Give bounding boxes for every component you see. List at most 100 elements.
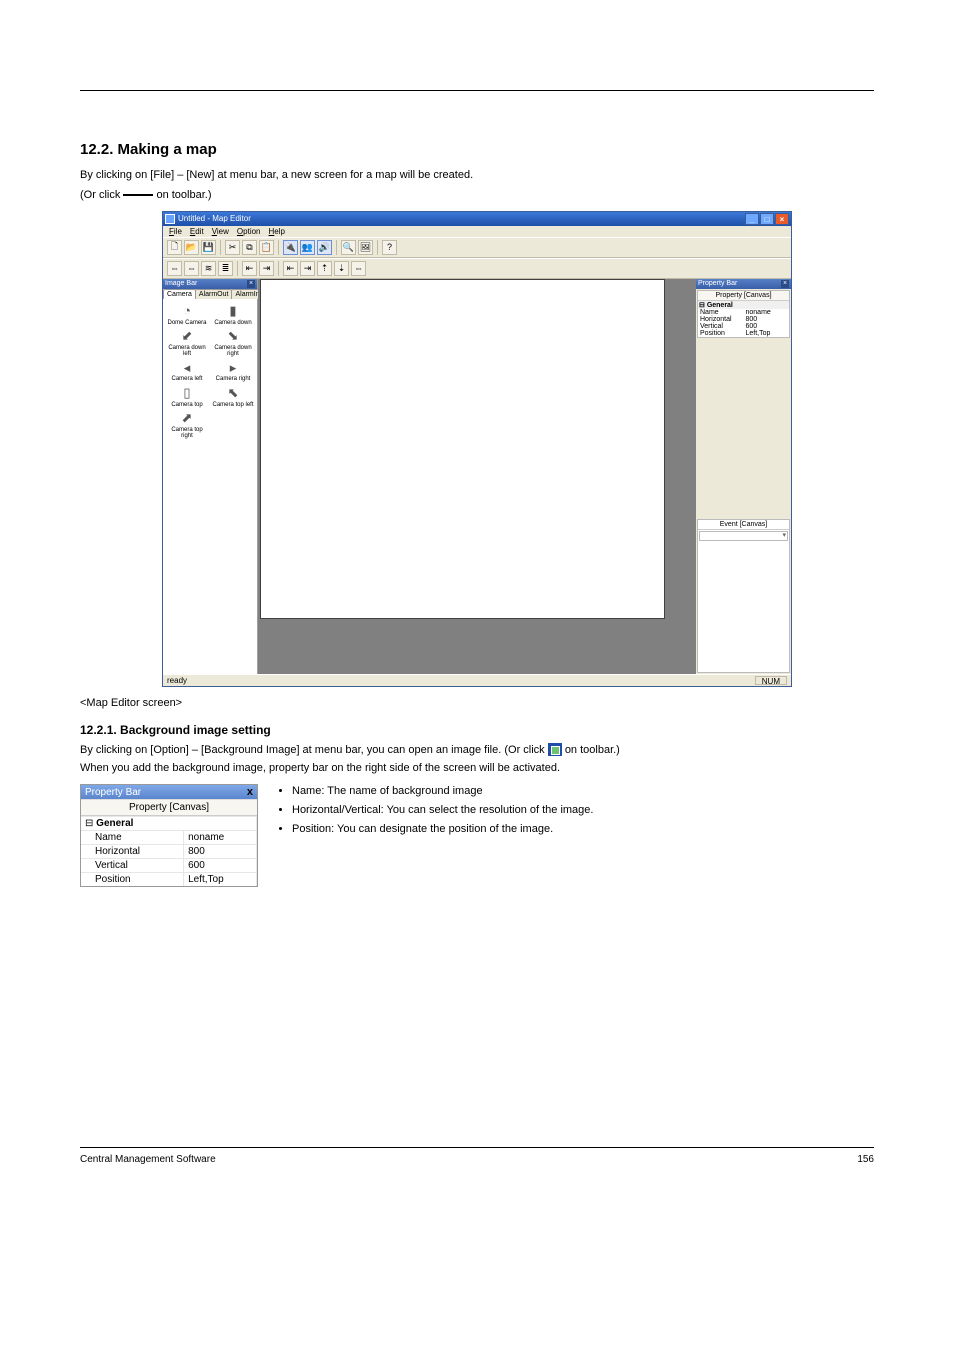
tool-save-icon[interactable]: 💾: [201, 240, 216, 255]
bullet-list: Name: The name of background imageHorizo…: [292, 784, 593, 841]
align-icon[interactable]: ≣: [218, 261, 233, 276]
tool-paste-icon[interactable]: 📋: [259, 240, 274, 255]
toolbar-main: 🗋 📂 💾 ✂ ⧉ 📋 🔌 👥 🔊 🔍 🖼 ?: [163, 237, 791, 258]
tool-copy-icon[interactable]: ⧉: [242, 240, 257, 255]
body-paragraph-1: By clicking on [Option] – [Background Im…: [80, 743, 874, 758]
menu-edit[interactable]: Edit: [190, 227, 204, 236]
tool-help-icon[interactable]: ?: [382, 240, 397, 255]
section-number: 12.2.: [80, 141, 113, 158]
prop-key: Name: [81, 831, 184, 845]
workarea: Image Bar × Camera AlarmOut AlarmIn ◔Dom…: [163, 279, 791, 674]
app-icon: [165, 214, 175, 224]
property-row[interactable]: Vertical600: [81, 859, 257, 873]
event-box: Event [Canvas]: [697, 519, 790, 673]
property-row[interactable]: Horizontal800: [698, 316, 789, 323]
separator: [278, 240, 279, 255]
property-row[interactable]: Namenoname: [81, 831, 257, 845]
property-row[interactable]: Horizontal800: [81, 845, 257, 859]
prop-value: 600: [184, 859, 257, 873]
property-group-row: General: [81, 817, 257, 831]
property-table: General NamenonameHorizontal800Vertical6…: [81, 816, 257, 886]
align-icon[interactable]: ⇡: [317, 261, 332, 276]
menu-file[interactable]: File: [169, 227, 182, 236]
event-dropdown[interactable]: [699, 531, 788, 541]
property-row[interactable]: PositionLeft,Top: [81, 873, 257, 887]
statusbar: ready NUM: [163, 674, 791, 686]
align-icon[interactable]: ⇔: [184, 261, 199, 276]
property-row[interactable]: Namenoname: [698, 309, 789, 316]
camera-label: Dome Camera: [165, 320, 209, 326]
close-icon[interactable]: x: [247, 786, 253, 798]
menu-option[interactable]: Option: [237, 227, 261, 236]
align-icon[interactable]: ⇔: [167, 261, 182, 276]
titlebar: Untitled - Map Editor _ □ ×: [163, 212, 791, 226]
intro-line-1: By clicking on [File] – [New] at menu ba…: [80, 168, 874, 182]
align-icon[interactable]: ≋: [201, 261, 216, 276]
window-title: Untitled - Map Editor: [178, 214, 251, 223]
imagebar-tabs: Camera AlarmOut AlarmIn: [163, 289, 257, 299]
tool-bgimage-icon[interactable]: 🖼: [358, 240, 373, 255]
maximize-button[interactable]: □: [760, 213, 774, 225]
tool-cut-icon[interactable]: ✂: [225, 240, 240, 255]
separator: [237, 261, 238, 276]
tab-alarmout[interactable]: AlarmOut: [195, 289, 233, 299]
separator: [220, 240, 221, 255]
prop-key: Horizontal: [81, 845, 184, 859]
align-icon[interactable]: ⇤: [283, 261, 298, 276]
prop-key: Position: [698, 330, 744, 337]
camera-label: Camera down right: [211, 345, 255, 358]
menu-help[interactable]: Help: [269, 227, 285, 236]
tool-new-icon[interactable]: 🗋: [167, 240, 182, 255]
footer-right: 156: [857, 1154, 874, 1165]
tab-camera[interactable]: Camera: [163, 289, 196, 299]
align-icon[interactable]: ⇔: [351, 261, 366, 276]
prop-key: Name: [698, 309, 744, 316]
propertybar-title: Property Bar: [698, 280, 737, 287]
canvas[interactable]: [260, 279, 665, 619]
camera-item[interactable]: ▸Camera right: [211, 359, 255, 382]
camera-icon: ▯: [177, 385, 197, 401]
property-row[interactable]: Vertical600: [698, 323, 789, 330]
camera-icon: ▸: [223, 359, 243, 375]
prop-value: 600: [744, 323, 790, 330]
camera-item[interactable]: ⬉Camera top left: [211, 385, 255, 408]
prop-value: Left,Top: [744, 330, 790, 337]
align-icon[interactable]: ⇣: [334, 261, 349, 276]
camera-item[interactable]: ▯Camera top: [165, 385, 209, 408]
section-title-text: Making a map: [118, 141, 217, 158]
align-icon[interactable]: ⇤: [242, 261, 257, 276]
camera-icon: ▮: [223, 303, 243, 319]
align-icon[interactable]: ⇥: [259, 261, 274, 276]
camera-item[interactable]: ◔Dome Camera: [165, 303, 209, 326]
minimize-button[interactable]: _: [745, 213, 759, 225]
body-paragraph-2: When you add the background image, prope…: [80, 761, 874, 776]
camera-item[interactable]: ▮Camera down: [211, 303, 255, 326]
menu-view[interactable]: View: [212, 227, 229, 236]
tool-zoom-icon[interactable]: 🔍: [341, 240, 356, 255]
prop-key: Vertical: [81, 859, 184, 873]
close-icon[interactable]: ×: [781, 280, 789, 288]
camera-item[interactable]: ⬊Camera down right: [211, 328, 255, 358]
close-button[interactable]: ×: [775, 213, 789, 225]
separator: [336, 240, 337, 255]
prop-value: noname: [744, 309, 790, 316]
tool-sound-icon[interactable]: 🔊: [317, 240, 332, 255]
camera-item[interactable]: ⬈Camera top right: [165, 410, 209, 440]
close-icon[interactable]: ×: [247, 280, 255, 288]
camera-label: Camera top left: [211, 402, 255, 408]
bullet-item: Horizontal/Vertical: You can select the …: [292, 803, 593, 818]
screenshot-caption: <Map Editor screen>: [80, 697, 874, 709]
prop-value: Left,Top: [184, 873, 257, 887]
align-icon[interactable]: ⇥: [300, 261, 315, 276]
camera-item[interactable]: ⬋Camera down left: [165, 328, 209, 358]
tool-user-icon[interactable]: 👥: [300, 240, 315, 255]
camera-label: Camera top: [165, 402, 209, 408]
imagebar-title: Image Bar: [165, 280, 197, 287]
camera-item[interactable]: ◂Camera left: [165, 359, 209, 382]
separator: [377, 240, 378, 255]
tool-open-icon[interactable]: 📂: [184, 240, 199, 255]
status-num: NUM: [755, 676, 787, 685]
camera-label: Camera right: [211, 376, 255, 382]
tool-connect-icon[interactable]: 🔌: [283, 240, 298, 255]
property-row[interactable]: PositionLeft,Top: [698, 330, 789, 337]
